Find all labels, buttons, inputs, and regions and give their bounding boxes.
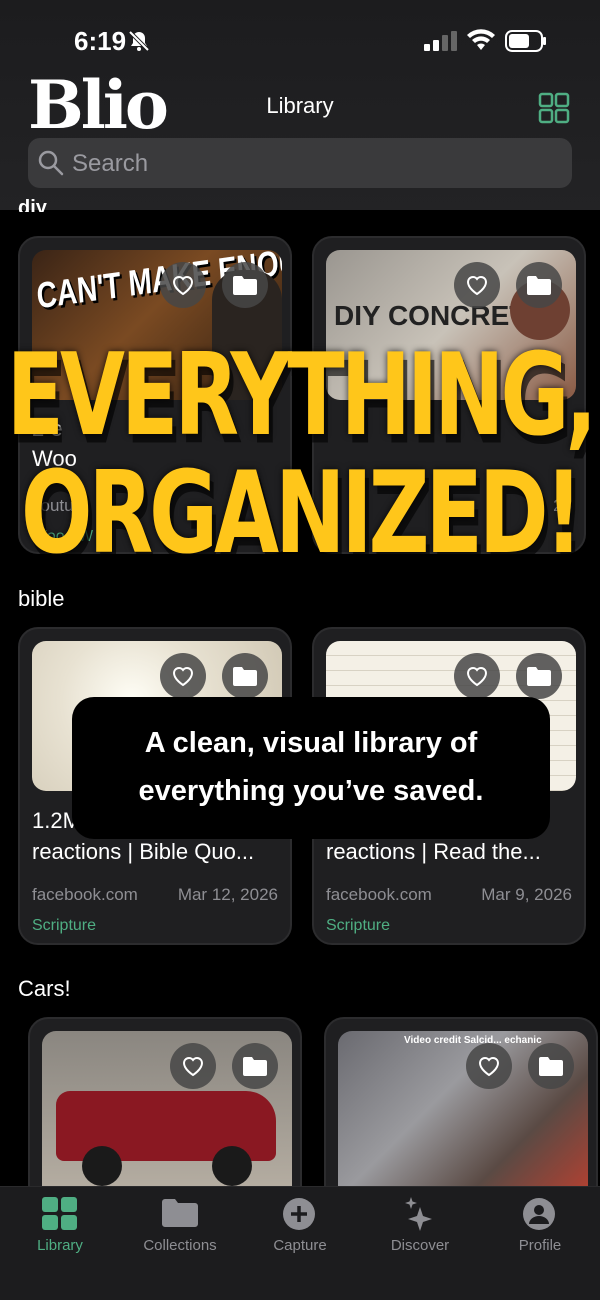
folder-icon bbox=[527, 667, 551, 686]
favorite-button[interactable] bbox=[160, 653, 206, 699]
favorite-button[interactable] bbox=[170, 1043, 216, 1089]
grid-view-icon[interactable] bbox=[538, 92, 570, 124]
folder-icon bbox=[243, 1057, 267, 1076]
add-to-collection-button[interactable] bbox=[222, 653, 268, 699]
add-to-collection-button[interactable] bbox=[516, 262, 562, 308]
promo-headline-line2: ORGANIZED! bbox=[21, 446, 583, 580]
folder-icon bbox=[162, 1199, 198, 1227]
tab-bar: Library Collections Capture Discover Pro… bbox=[0, 1186, 600, 1300]
battery-icon bbox=[505, 30, 546, 52]
card-tag[interactable]: Scripture bbox=[326, 917, 390, 935]
card-source: facebook.com bbox=[32, 885, 138, 904]
thumbnail-text: Video credit Salcid... echanic bbox=[404, 1035, 542, 1046]
favorite-button[interactable] bbox=[466, 1043, 512, 1089]
card-title-line2: reactions | Bible Quo... bbox=[32, 839, 255, 864]
folder-icon bbox=[527, 276, 551, 295]
favorite-button[interactable] bbox=[454, 653, 500, 699]
card-date: Mar 9, 2026 bbox=[481, 885, 572, 904]
plus-circle-icon bbox=[283, 1198, 315, 1230]
card-source: facebook.com bbox=[326, 885, 432, 904]
heart-icon bbox=[172, 667, 194, 687]
add-to-collection-button[interactable] bbox=[232, 1043, 278, 1089]
heart-icon bbox=[172, 276, 194, 296]
section-title-cars: Cars! bbox=[18, 976, 71, 1001]
tab-label: Discover bbox=[390, 1237, 450, 1254]
person-icon bbox=[523, 1198, 555, 1230]
search-icon bbox=[38, 150, 64, 176]
wifi-icon bbox=[467, 29, 495, 50]
search-input[interactable]: Search bbox=[72, 150, 148, 178]
promo-caption-bubble: A clean, visual library of everything yo… bbox=[72, 697, 550, 839]
favorite-button[interactable] bbox=[160, 262, 206, 308]
card-title-line2: reactions | Read the... bbox=[326, 839, 541, 864]
add-to-collection-button[interactable] bbox=[516, 653, 562, 699]
muted-bell-icon bbox=[128, 30, 150, 52]
tab-label: Capture bbox=[273, 1237, 327, 1254]
add-to-collection-button[interactable] bbox=[528, 1043, 574, 1089]
library-grid-icon bbox=[42, 1197, 77, 1230]
promo-headline-line1: EVERYTHING, bbox=[6, 328, 598, 462]
folder-icon bbox=[233, 276, 257, 295]
promo-caption-line1: A clean, visual library of bbox=[144, 727, 478, 759]
tab-label: Collections bbox=[143, 1237, 217, 1254]
folder-icon bbox=[233, 667, 257, 686]
heart-icon bbox=[478, 1057, 500, 1077]
heart-icon bbox=[466, 276, 488, 296]
heart-icon bbox=[182, 1057, 204, 1077]
tab-label: Profile bbox=[518, 1237, 562, 1254]
sparkles-icon bbox=[405, 1197, 432, 1231]
add-to-collection-button[interactable] bbox=[222, 262, 268, 308]
cellular-signal-icon bbox=[424, 31, 457, 51]
favorite-button[interactable] bbox=[454, 262, 500, 308]
promo-caption-line2: everything you’ve saved. bbox=[138, 775, 484, 807]
folder-icon bbox=[539, 1057, 563, 1076]
section-title-bible: bible bbox=[18, 586, 65, 611]
section-title-diy: diy bbox=[18, 198, 47, 212]
card-date: Mar 12, 2026 bbox=[177, 885, 278, 904]
page-title: Library bbox=[266, 93, 334, 118]
card-tag[interactable]: Scripture bbox=[32, 917, 96, 935]
status-time: 6:19 bbox=[74, 26, 127, 56]
tab-label: Library bbox=[37, 1237, 83, 1254]
heart-icon bbox=[466, 667, 488, 687]
